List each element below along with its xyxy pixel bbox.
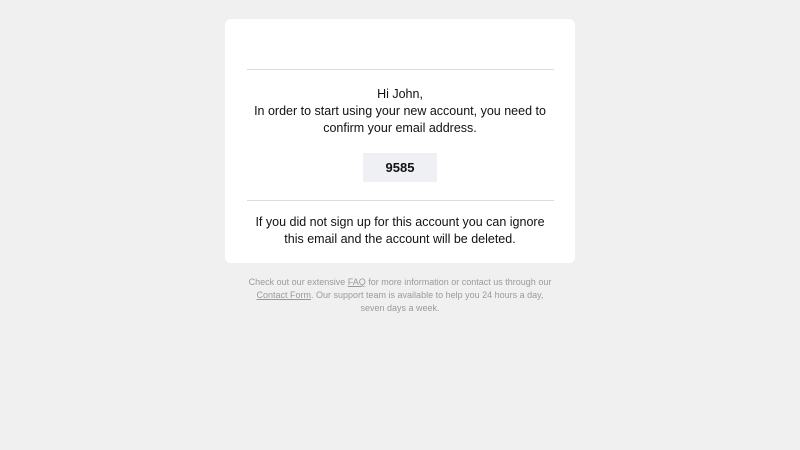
page: Hi John, In order to start using your ne…	[0, 0, 800, 450]
top-divider	[247, 69, 554, 70]
email-card: Hi John, In order to start using your ne…	[225, 19, 575, 263]
contact-form-link[interactable]: Contact Form	[257, 290, 312, 300]
ignore-note: If you did not sign up for this account …	[255, 215, 545, 246]
footer-text-between: for more information or contact us throu…	[365, 277, 552, 287]
verification-code: 9585	[363, 153, 437, 182]
footer-text-before-faq: Check out our extensive	[248, 277, 348, 287]
footer-text: Check out our extensive FAQ for more inf…	[244, 276, 556, 315]
faq-link[interactable]: FAQ	[348, 277, 366, 287]
footer-text-after: . Our support team is available to help …	[311, 290, 544, 313]
greeting: Hi John,	[377, 87, 423, 101]
confirmation-message: In order to start using your new account…	[254, 104, 546, 135]
bottom-divider	[247, 200, 554, 201]
